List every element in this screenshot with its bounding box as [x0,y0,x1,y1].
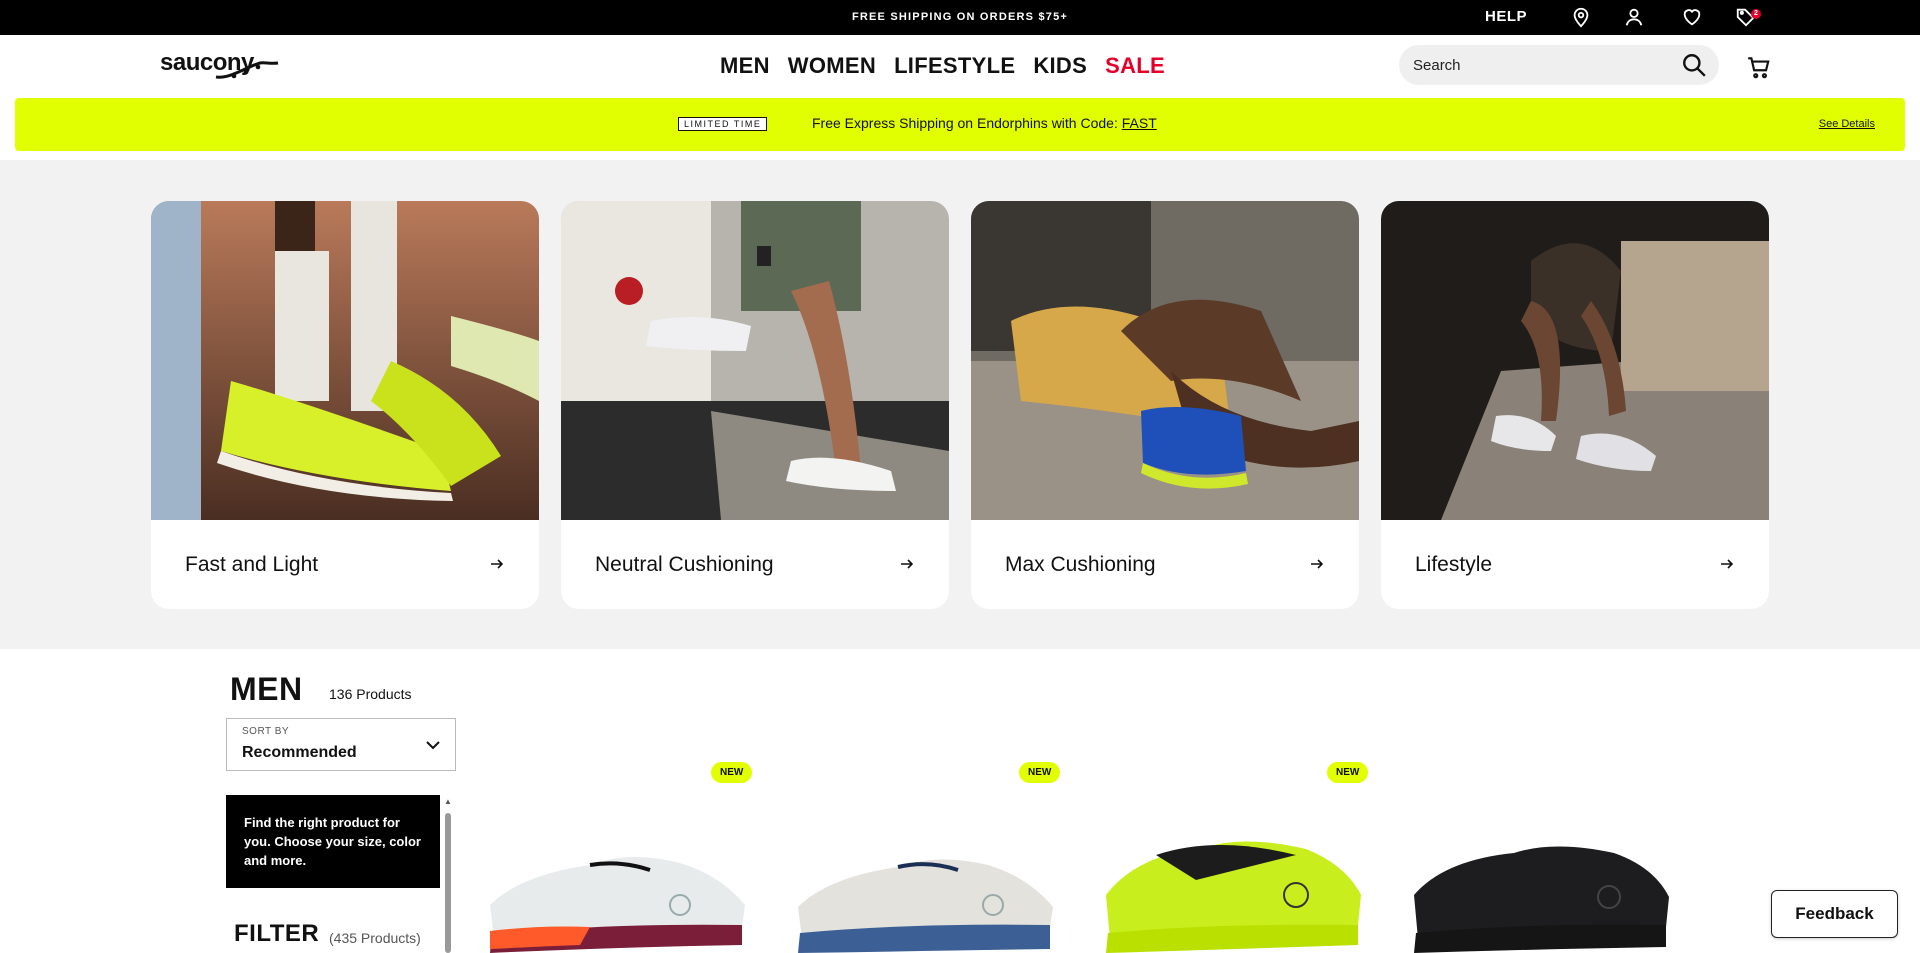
promo-message-text: Free Express Shipping on Endorphins with… [812,115,1122,131]
nav-women[interactable]: WOMEN [788,53,876,79]
product-finder-prompt[interactable]: Find the right product for you. Choose y… [226,795,440,888]
sort-value: Recommended [242,744,357,761]
saved-count-badge: 2 [1751,9,1761,19]
new-badge: NEW [1327,762,1369,783]
nav-lifestyle[interactable]: LIFESTYLE [894,53,1015,79]
category-image [1381,201,1769,520]
logo-swoosh-icon [215,61,279,79]
wishlist-icon[interactable] [1681,6,1703,28]
top-announcement-bar: FREE SHIPPING ON ORDERS $75+ HELP 2 [0,0,1920,35]
category-section: Fast and Light Neutral Cushioning Max Cu… [0,160,1920,649]
see-details-link[interactable]: See Details [1819,118,1875,130]
feedback-button[interactable]: Feedback [1771,890,1898,938]
category-label: Lifestyle [1415,553,1493,576]
scroll-thumb[interactable] [445,813,451,953]
main-nav: MEN WOMEN LIFESTYLE KIDS SALE [720,53,1165,79]
product-card[interactable]: NEW [480,755,770,953]
filter-title: FILTER [234,920,320,947]
search-bar [1399,45,1719,85]
category-label: Fast and Light [185,553,319,576]
category-card-max-cushioning[interactable]: Max Cushioning [971,201,1359,609]
promo-message: Free Express Shipping on Endorphins with… [812,115,1157,131]
search-icon[interactable] [1681,52,1707,78]
arrow-right-icon [489,556,505,572]
product-image [798,859,1053,953]
filter-scrollbar[interactable]: ▲ [443,797,453,953]
nav-kids[interactable]: KIDS [1033,53,1087,79]
sort-label: SORT BY [242,726,290,737]
main-header: saucony MEN WOMEN LIFESTYLE KIDS SALE [0,35,1920,98]
limited-time-tag: LIMITED TIME [678,117,768,131]
sort-dropdown[interactable]: SORT BY Recommended [226,718,456,771]
product-card[interactable]: NEW [1096,755,1386,953]
category-label: Max Cushioning [1005,553,1156,576]
cart-icon[interactable] [1746,54,1772,80]
product-count: 136 Products [329,686,412,702]
product-image [1106,841,1361,953]
product-card[interactable]: NEW [788,755,1078,953]
saved-tag-icon[interactable]: 2 [1735,6,1761,28]
category-image [971,201,1359,520]
category-image [561,201,949,520]
category-card-neutral-cushioning[interactable]: Neutral Cushioning [561,201,949,609]
category-image [151,201,539,520]
arrow-right-icon [899,556,915,572]
arrow-right-icon [1719,556,1735,572]
product-image [490,856,745,953]
help-link[interactable]: HELP [1485,8,1527,25]
arrow-right-icon [1309,556,1325,572]
promo-code[interactable]: FAST [1122,115,1157,131]
product-image [1414,846,1669,953]
new-badge: NEW [1019,762,1061,783]
promo-banner: LIMITED TIME Free Express Shipping on En… [15,98,1905,151]
account-icon[interactable] [1623,6,1645,28]
search-input[interactable] [1413,45,1673,85]
product-card[interactable] [1404,755,1694,953]
scroll-up-icon[interactable]: ▲ [444,797,452,806]
category-label: Neutral Cushioning [595,553,774,576]
location-icon[interactable] [1570,6,1592,28]
nav-men[interactable]: MEN [720,53,770,79]
page-title: MEN [230,671,303,707]
chevron-down-icon [425,737,441,753]
filter-product-count: (435 Products) [329,930,421,946]
category-card-lifestyle[interactable]: Lifestyle [1381,201,1769,609]
category-card-fast-and-light[interactable]: Fast and Light [151,201,539,609]
nav-sale[interactable]: SALE [1105,53,1165,79]
saucony-logo[interactable]: saucony [160,49,282,83]
new-badge: NEW [711,762,753,783]
